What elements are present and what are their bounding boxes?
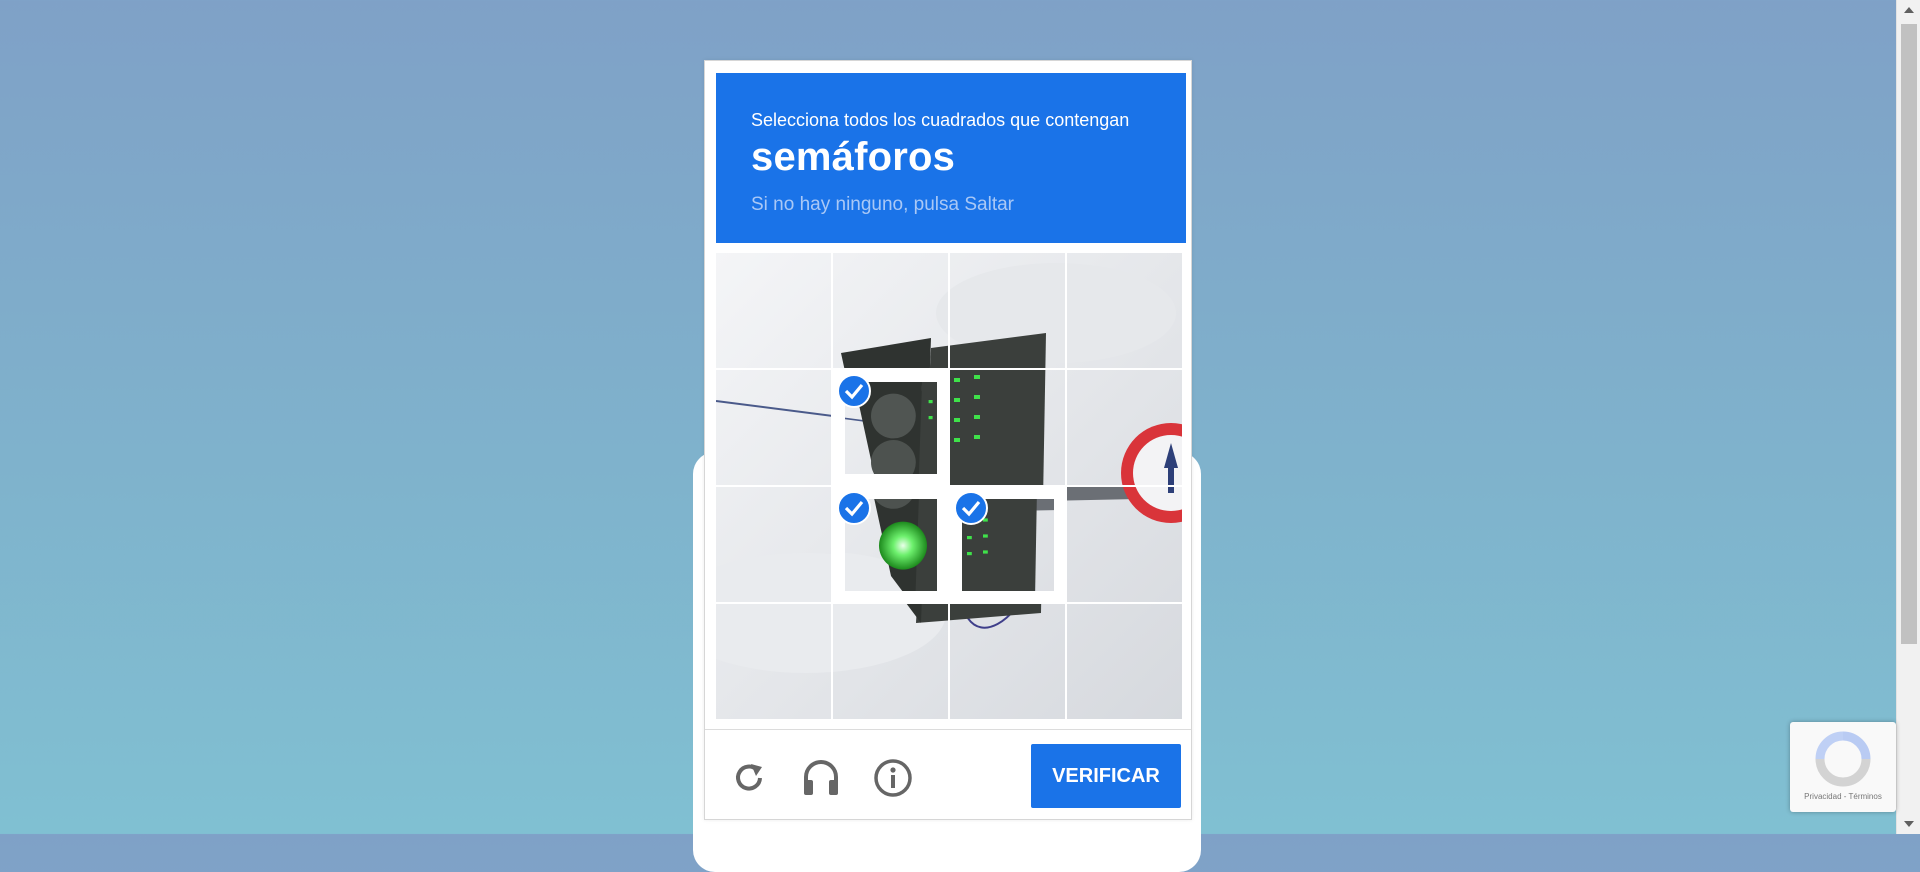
grid-tile[interactable] xyxy=(950,253,1065,368)
tile-image xyxy=(1067,487,1182,602)
headphones-icon[interactable] xyxy=(801,758,841,798)
recaptcha-challenge: Selecciona todos los cuadrados que conte… xyxy=(704,60,1192,820)
tile-image xyxy=(950,253,1065,368)
skip-hint: Si no hay ninguno, pulsa Saltar xyxy=(751,194,1015,215)
tile-image xyxy=(716,370,831,485)
grid-tile[interactable] xyxy=(833,487,948,602)
grid-tile[interactable] xyxy=(716,253,831,368)
target-keyword: semáforos xyxy=(751,135,956,179)
grid-tile[interactable] xyxy=(716,487,831,602)
grid-tile[interactable] xyxy=(833,370,948,485)
tile-image xyxy=(1067,253,1182,368)
info-icon[interactable] xyxy=(873,758,913,798)
grid-tile[interactable] xyxy=(1067,253,1182,368)
grid-tile[interactable] xyxy=(716,370,831,485)
tile-image xyxy=(833,604,948,719)
grid-tile[interactable] xyxy=(1067,487,1182,602)
instruction-text: Selecciona todos los cuadrados que conte… xyxy=(751,110,1130,130)
reload-icon[interactable] xyxy=(729,758,769,798)
grid-tile[interactable] xyxy=(833,604,948,719)
recaptcha-badge[interactable]: Privacidad - Términos xyxy=(1790,722,1896,812)
grid-tile[interactable] xyxy=(833,253,948,368)
grid-tile[interactable] xyxy=(950,487,1065,602)
scroll-down-icon[interactable] xyxy=(1904,821,1914,827)
grid-tile[interactable] xyxy=(1067,604,1182,719)
tile-image xyxy=(716,487,831,602)
challenge-footer: VERIFICAR xyxy=(705,729,1191,820)
grid-tile[interactable] xyxy=(950,604,1065,719)
vertical-scrollbar[interactable] xyxy=(1896,0,1920,834)
tile-image xyxy=(833,253,948,368)
grid-tile[interactable] xyxy=(716,604,831,719)
tile-image xyxy=(1067,370,1182,485)
checkmark-icon xyxy=(837,374,871,408)
grid-tile[interactable] xyxy=(1067,370,1182,485)
tile-image xyxy=(950,370,1065,485)
badge-terms: Privacidad - Términos xyxy=(1804,792,1882,801)
scrollbar-thumb[interactable] xyxy=(1901,24,1917,644)
checkmark-icon xyxy=(837,491,871,525)
tile-image xyxy=(716,253,831,368)
verify-button[interactable]: VERIFICAR xyxy=(1031,744,1181,808)
tile-image xyxy=(716,604,831,719)
tile-image xyxy=(1067,604,1182,719)
recaptcha-logo-icon xyxy=(1815,731,1871,787)
checkmark-icon xyxy=(954,491,988,525)
tile-image xyxy=(950,604,1065,719)
image-grid xyxy=(716,253,1182,719)
scroll-up-icon[interactable] xyxy=(1904,7,1914,13)
grid-tile[interactable] xyxy=(950,370,1065,485)
challenge-header: Selecciona todos los cuadrados que conte… xyxy=(716,73,1186,243)
